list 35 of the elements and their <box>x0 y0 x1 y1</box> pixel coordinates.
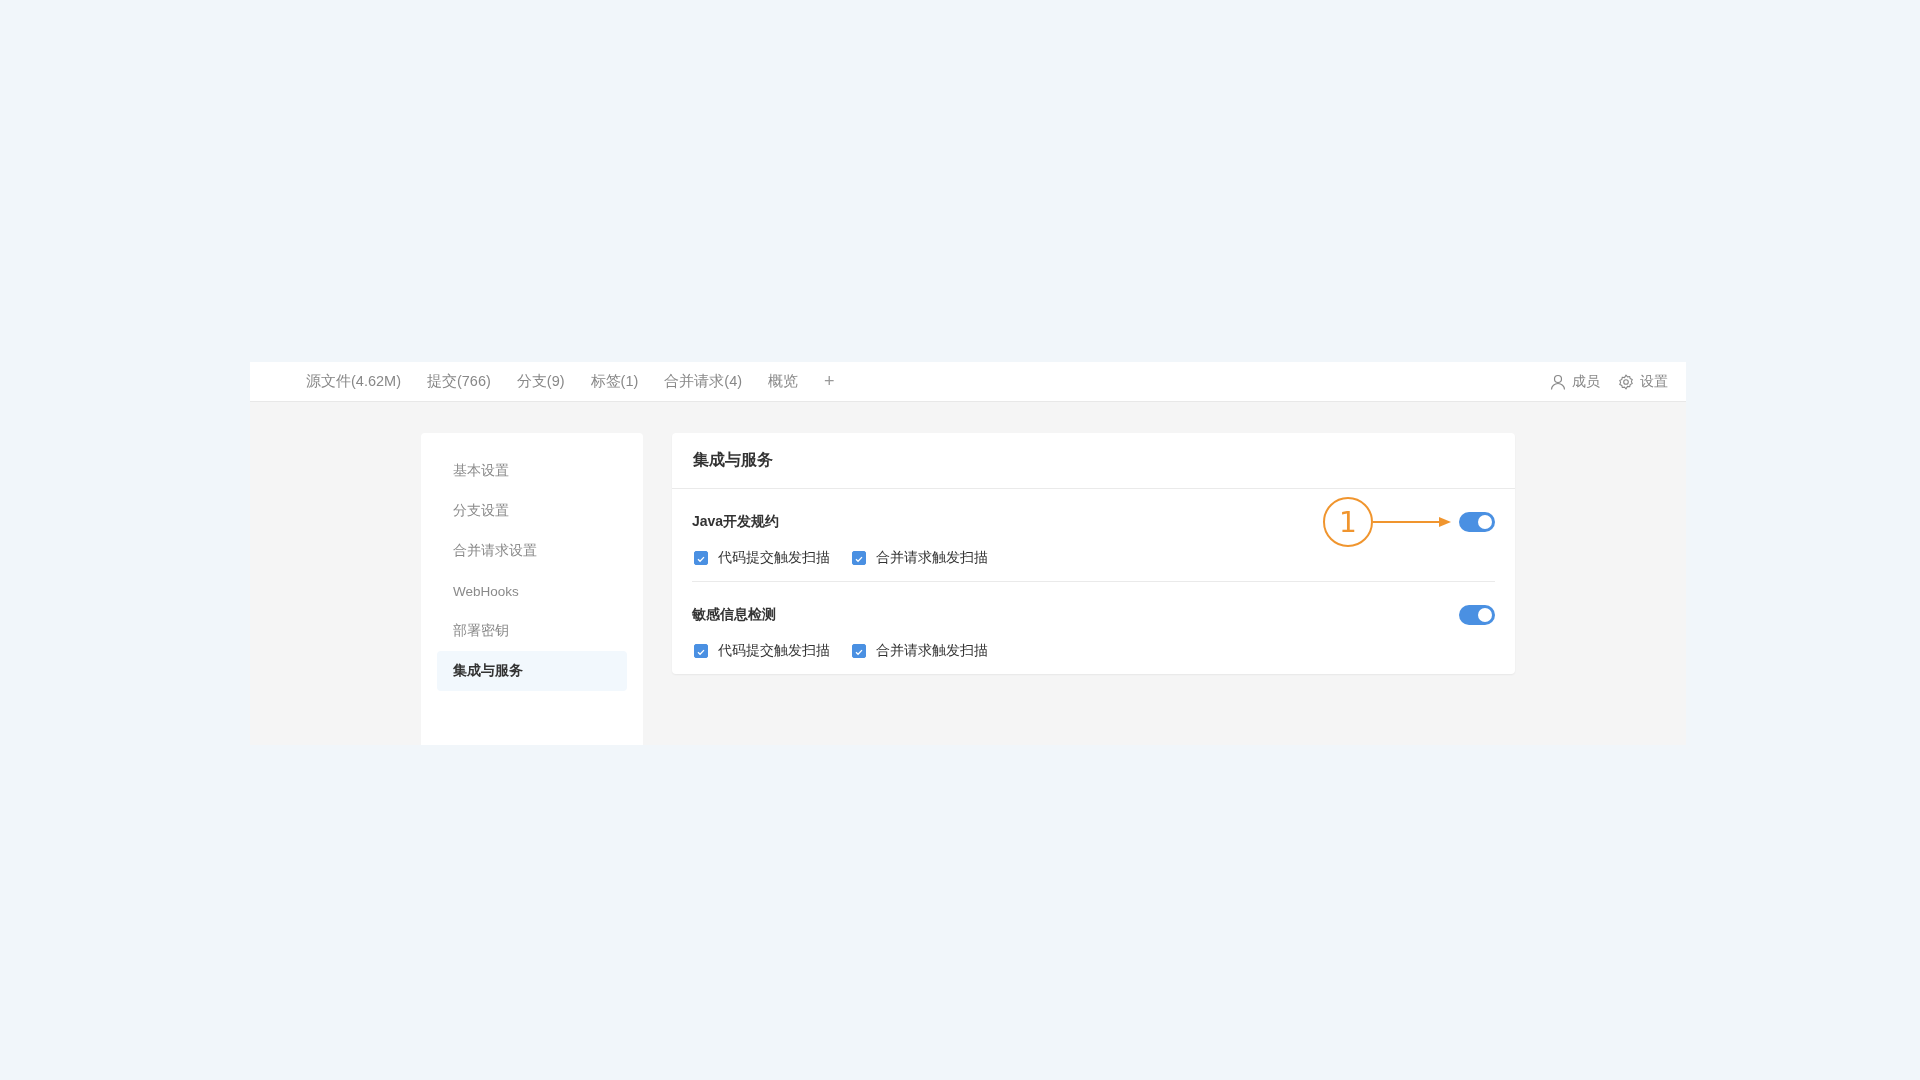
panel-title: 集成与服务 <box>693 450 773 470</box>
sidebar-item[interactable]: 集成与服务 <box>437 651 627 691</box>
nav-tab[interactable]: 标签(1) <box>590 361 639 402</box>
checkbox-option[interactable]: 代码提交触发扫描 <box>694 642 830 660</box>
toggle-switch[interactable] <box>1459 512 1495 532</box>
toggle-switch[interactable] <box>1459 605 1495 625</box>
nav-tab[interactable]: 概览 <box>768 361 799 402</box>
checkbox-option[interactable]: 合并请求触发扫描 <box>852 549 988 567</box>
sidebar-item[interactable]: WebHooks <box>437 571 627 611</box>
service-name: 敏感信息检测 <box>692 606 776 624</box>
sidebar-item[interactable]: 基本设置 <box>437 451 627 491</box>
members-link[interactable]: 成员 <box>1550 372 1600 391</box>
checkbox[interactable] <box>852 644 866 658</box>
checkbox-label: 合并请求触发扫描 <box>876 642 988 660</box>
checkbox-label: 合并请求触发扫描 <box>876 549 988 567</box>
nav-tab[interactable]: 提交(766) <box>426 361 491 402</box>
checkbox[interactable] <box>694 551 708 565</box>
sidebar-item[interactable]: 合并请求设置 <box>437 531 627 571</box>
sidebar-item[interactable]: 分支设置 <box>437 491 627 531</box>
checkbox-label: 代码提交触发扫描 <box>718 549 830 567</box>
service-name: Java开发规约 <box>692 513 780 531</box>
sidebar-item[interactable]: 部署密钥 <box>437 611 627 651</box>
checkbox-label: 代码提交触发扫描 <box>718 642 830 660</box>
add-tab-button[interactable]: + <box>824 371 835 392</box>
checkbox[interactable] <box>852 551 866 565</box>
nav-tab[interactable]: 源文件(4.62M) <box>306 361 401 402</box>
nav-tab[interactable]: 分支(9) <box>516 361 565 402</box>
person-icon <box>1550 373 1566 390</box>
settings-icon <box>1618 373 1634 390</box>
settings-link[interactable]: 设置 <box>1618 372 1668 391</box>
checkbox[interactable] <box>694 644 708 658</box>
nav-tab[interactable]: 合并请求(4) <box>664 361 743 402</box>
checkbox-option[interactable]: 代码提交触发扫描 <box>694 549 830 567</box>
checkbox-option[interactable]: 合并请求触发扫描 <box>852 642 988 660</box>
callout-number: 1 <box>1323 497 1373 547</box>
